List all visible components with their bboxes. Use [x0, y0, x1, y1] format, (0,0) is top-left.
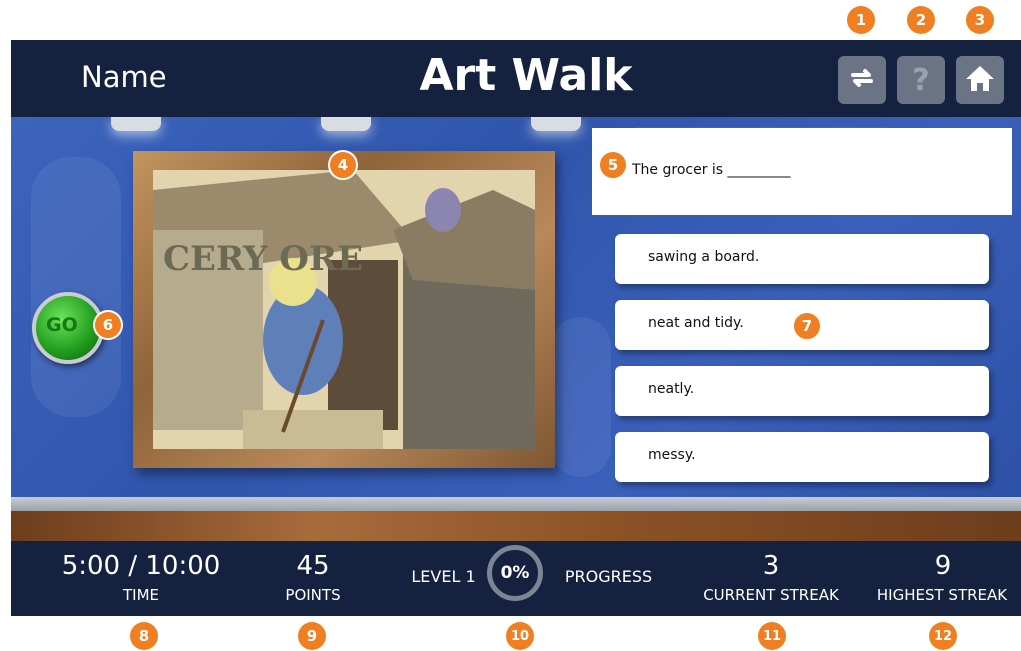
ceiling-lamp: [111, 117, 161, 131]
callout-2: 2: [907, 6, 935, 34]
answer-label: messy.: [648, 447, 696, 463]
artwork-sign: CERY ORE: [163, 239, 363, 279]
go-label: GO: [46, 314, 78, 336]
artwork-image: CERY ORE: [153, 170, 535, 449]
question-text: The grocer is _________: [632, 162, 791, 178]
current-streak-value: 3: [762, 551, 780, 581]
callout-4: 4: [328, 150, 358, 180]
points-label: POINTS: [285, 586, 341, 604]
progress-ring: 0%: [487, 545, 543, 601]
answer-label: neat and tidy.: [648, 315, 744, 331]
player-name: Name: [81, 60, 167, 94]
answer-label: sawing a board.: [648, 249, 760, 265]
callout-8: 8: [130, 622, 158, 650]
callout-11: 11: [758, 622, 786, 650]
progress-value: 0%: [500, 563, 530, 583]
question-box: The grocer is _________: [592, 128, 1012, 215]
time-label: TIME: [122, 586, 159, 604]
answer-option[interactable]: neatly.: [615, 366, 989, 416]
level-label: LEVEL 1: [411, 567, 476, 586]
wood-floor: [11, 511, 1021, 541]
wall-ledge: [11, 497, 1021, 511]
callout-9: 9: [298, 622, 326, 650]
answer-label: neatly.: [648, 381, 695, 397]
home-button[interactable]: [956, 56, 1004, 104]
callout-3: 3: [966, 6, 994, 34]
callout-5: 5: [598, 150, 628, 180]
top-bar: Name Art Walk ?: [11, 40, 1021, 117]
help-icon: ?: [912, 62, 930, 98]
home-icon: [964, 62, 996, 98]
ceiling-lamp: [531, 117, 581, 131]
time-value: 5:00 / 10:00: [61, 551, 221, 581]
callout-6: 6: [93, 310, 123, 340]
help-button[interactable]: ?: [897, 56, 945, 104]
artwork-frame: CERY ORE: [133, 151, 555, 468]
progress-label: PROGRESS: [564, 567, 653, 586]
callout-12: 12: [929, 622, 957, 650]
status-bar: 5:00 / 10:00 TIME 45 POINTS LEVEL 1 0% P…: [11, 541, 1021, 616]
points-value: 45: [296, 551, 330, 581]
repeat-button[interactable]: [838, 56, 886, 104]
answer-option[interactable]: messy.: [615, 432, 989, 482]
current-streak-label: CURRENT STREAK: [703, 586, 839, 604]
repeat-icon: [847, 63, 877, 97]
page-title: Art Walk: [419, 50, 633, 101]
callout-7: 7: [792, 311, 822, 341]
callout-10: 10: [506, 622, 534, 650]
callout-1: 1: [847, 6, 875, 34]
answer-option[interactable]: sawing a board.: [615, 234, 989, 284]
highest-streak-label: HIGHEST STREAK: [876, 586, 1008, 604]
ceiling-lamp: [321, 117, 371, 131]
app-window: Name Art Walk ? CERY ORE The grocer is _…: [11, 40, 1021, 616]
highest-streak-value: 9: [934, 551, 952, 581]
